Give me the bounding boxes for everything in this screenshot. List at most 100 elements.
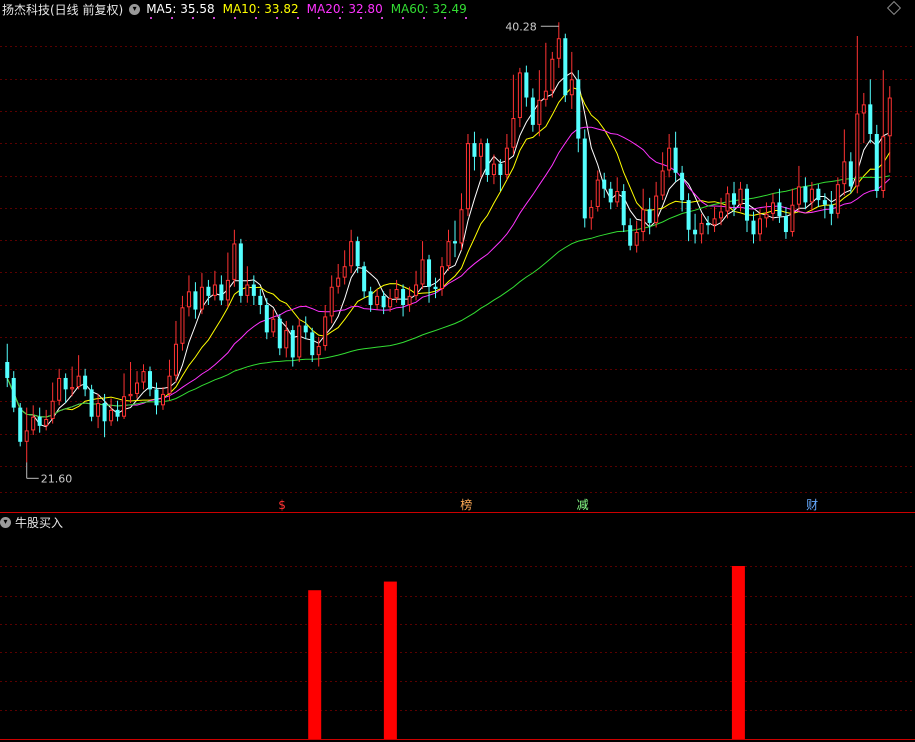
- candle[interactable]: [83, 368, 88, 397]
- event-markers[interactable]: $ 榜 减 财: [278, 497, 818, 512]
- candle[interactable]: [563, 33, 568, 103]
- candle[interactable]: [271, 309, 276, 337]
- candle[interactable]: [459, 193, 464, 251]
- candle[interactable]: [297, 318, 302, 362]
- candle[interactable]: [569, 51, 574, 109]
- candle[interactable]: [803, 177, 808, 210]
- candle[interactable]: [608, 181, 613, 210]
- candle[interactable]: [556, 22, 561, 68]
- candle[interactable]: [24, 407, 29, 463]
- candle[interactable]: [628, 218, 633, 251]
- candle[interactable]: [835, 177, 840, 219]
- candle[interactable]: [712, 206, 717, 233]
- chevron-down-icon[interactable]: ▾: [129, 3, 141, 15]
- candle[interactable]: [63, 373, 68, 404]
- candle[interactable]: [31, 405, 36, 435]
- candle[interactable]: [89, 384, 94, 422]
- candle[interactable]: [485, 138, 490, 182]
- candle[interactable]: [186, 275, 191, 317]
- candle[interactable]: [147, 366, 153, 397]
- candle[interactable]: [517, 67, 522, 128]
- candle[interactable]: [76, 355, 81, 390]
- candle[interactable]: [37, 407, 42, 433]
- candle[interactable]: [414, 270, 419, 301]
- candle[interactable]: [160, 387, 165, 410]
- candle[interactable]: [206, 279, 211, 305]
- candle[interactable]: [647, 197, 652, 235]
- candle[interactable]: [660, 152, 665, 201]
- candle[interactable]: [212, 270, 217, 301]
- candle[interactable]: [478, 138, 483, 178]
- candle[interactable]: [57, 368, 62, 406]
- candle[interactable]: [452, 220, 458, 258]
- candle[interactable]: [491, 154, 496, 185]
- candle[interactable]: [744, 184, 750, 233]
- candle[interactable]: [634, 220, 639, 253]
- candle[interactable]: [232, 229, 237, 287]
- candle[interactable]: [667, 134, 672, 178]
- candle[interactable]: [264, 298, 269, 340]
- candle[interactable]: [135, 371, 140, 399]
- candle[interactable]: [524, 65, 529, 107]
- candle[interactable]: [498, 159, 503, 191]
- candle[interactable]: [654, 181, 659, 228]
- candle[interactable]: [693, 213, 698, 244]
- candle[interactable]: [310, 327, 315, 362]
- candle[interactable]: [816, 184, 821, 207]
- event-marker[interactable]: 减: [577, 498, 589, 512]
- candle[interactable]: [225, 252, 230, 308]
- kline-chart[interactable]: 40.28 21.60 $ 榜 减 财: [0, 0, 915, 742]
- candle[interactable]: [115, 400, 120, 422]
- candle[interactable]: [401, 284, 406, 317]
- candle[interactable]: [109, 398, 114, 426]
- candle[interactable]: [336, 263, 341, 294]
- candle[interactable]: [362, 261, 367, 299]
- candle[interactable]: [576, 70, 581, 153]
- candle[interactable]: [861, 92, 866, 144]
- candle[interactable]: [472, 131, 477, 171]
- candle[interactable]: [543, 42, 548, 107]
- candle[interactable]: [673, 131, 678, 182]
- candle[interactable]: [680, 165, 685, 212]
- candle[interactable]: [641, 188, 646, 242]
- candlesticks[interactable]: [5, 22, 892, 463]
- candle[interactable]: [342, 250, 347, 285]
- candle[interactable]: [842, 129, 847, 196]
- candle[interactable]: [375, 289, 380, 310]
- candle[interactable]: [18, 403, 23, 447]
- candle[interactable]: [433, 277, 438, 299]
- candle[interactable]: [621, 184, 626, 233]
- candle[interactable]: [50, 382, 55, 424]
- candle[interactable]: [388, 289, 393, 312]
- candle[interactable]: [770, 193, 775, 221]
- candle[interactable]: [193, 282, 198, 319]
- candle[interactable]: [44, 409, 49, 431]
- candle[interactable]: [154, 382, 159, 415]
- candle[interactable]: [751, 211, 756, 244]
- candle[interactable]: [777, 188, 782, 223]
- candle[interactable]: [615, 177, 620, 207]
- candle[interactable]: [511, 74, 516, 155]
- candle[interactable]: [349, 229, 354, 274]
- candle[interactable]: [868, 79, 873, 144]
- candle[interactable]: [530, 88, 535, 132]
- candle[interactable]: [796, 165, 801, 212]
- chevron-down-icon[interactable]: ▾: [0, 516, 11, 528]
- candle[interactable]: [699, 213, 704, 244]
- candle[interactable]: [70, 366, 75, 397]
- candle[interactable]: [855, 35, 860, 194]
- candle[interactable]: [439, 257, 445, 296]
- candle[interactable]: [829, 191, 834, 226]
- candle[interactable]: [199, 273, 204, 315]
- candle[interactable]: [582, 129, 587, 228]
- candle[interactable]: [128, 362, 133, 404]
- candle[interactable]: [238, 238, 243, 303]
- event-marker[interactable]: 财: [806, 498, 818, 512]
- event-marker[interactable]: 榜: [460, 497, 472, 512]
- candle[interactable]: [180, 295, 185, 351]
- candle[interactable]: [874, 124, 879, 198]
- candle[interactable]: [173, 320, 178, 383]
- candle[interactable]: [550, 51, 555, 98]
- candle[interactable]: [329, 275, 334, 324]
- candle[interactable]: [245, 266, 250, 303]
